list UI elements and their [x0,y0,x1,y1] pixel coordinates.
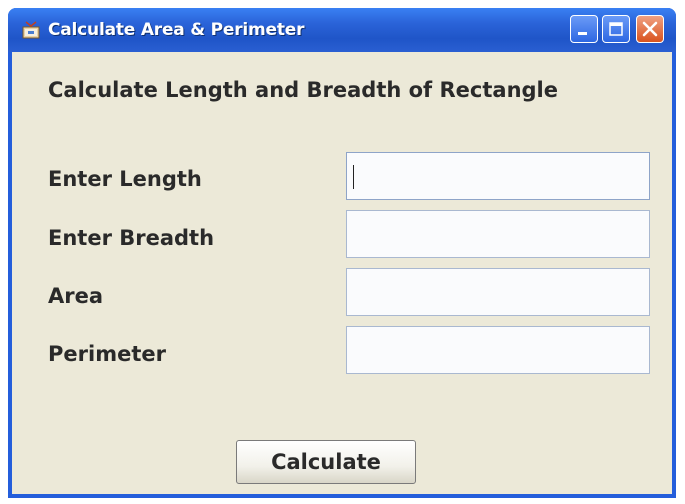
java-app-icon [22,21,40,39]
form-heading: Calculate Length and Breadth of Rectangl… [48,78,558,102]
text-caret [353,165,354,189]
breadth-input[interactable] [346,210,650,258]
close-button[interactable] [636,15,664,43]
perimeter-label: Perimeter [48,342,166,366]
calculate-button[interactable]: Calculate [236,440,416,484]
app-window: Calculate Area & Perimeter Calculate Len… [8,8,676,498]
window-title: Calculate Area & Perimeter [48,20,305,40]
area-output[interactable] [346,268,650,316]
maximize-icon [609,22,623,36]
title-bar[interactable]: Calculate Area & Perimeter [8,8,676,52]
length-label: Enter Length [48,167,202,191]
area-label: Area [48,284,104,308]
close-icon [642,21,658,37]
minimize-icon [578,32,587,35]
length-input[interactable] [346,152,650,200]
maximize-button[interactable] [602,15,630,43]
minimize-button[interactable] [570,15,598,43]
perimeter-output[interactable] [346,326,650,374]
breadth-label: Enter Breadth [48,226,215,250]
form-panel: Calculate Length and Breadth of Rectangl… [12,52,672,494]
